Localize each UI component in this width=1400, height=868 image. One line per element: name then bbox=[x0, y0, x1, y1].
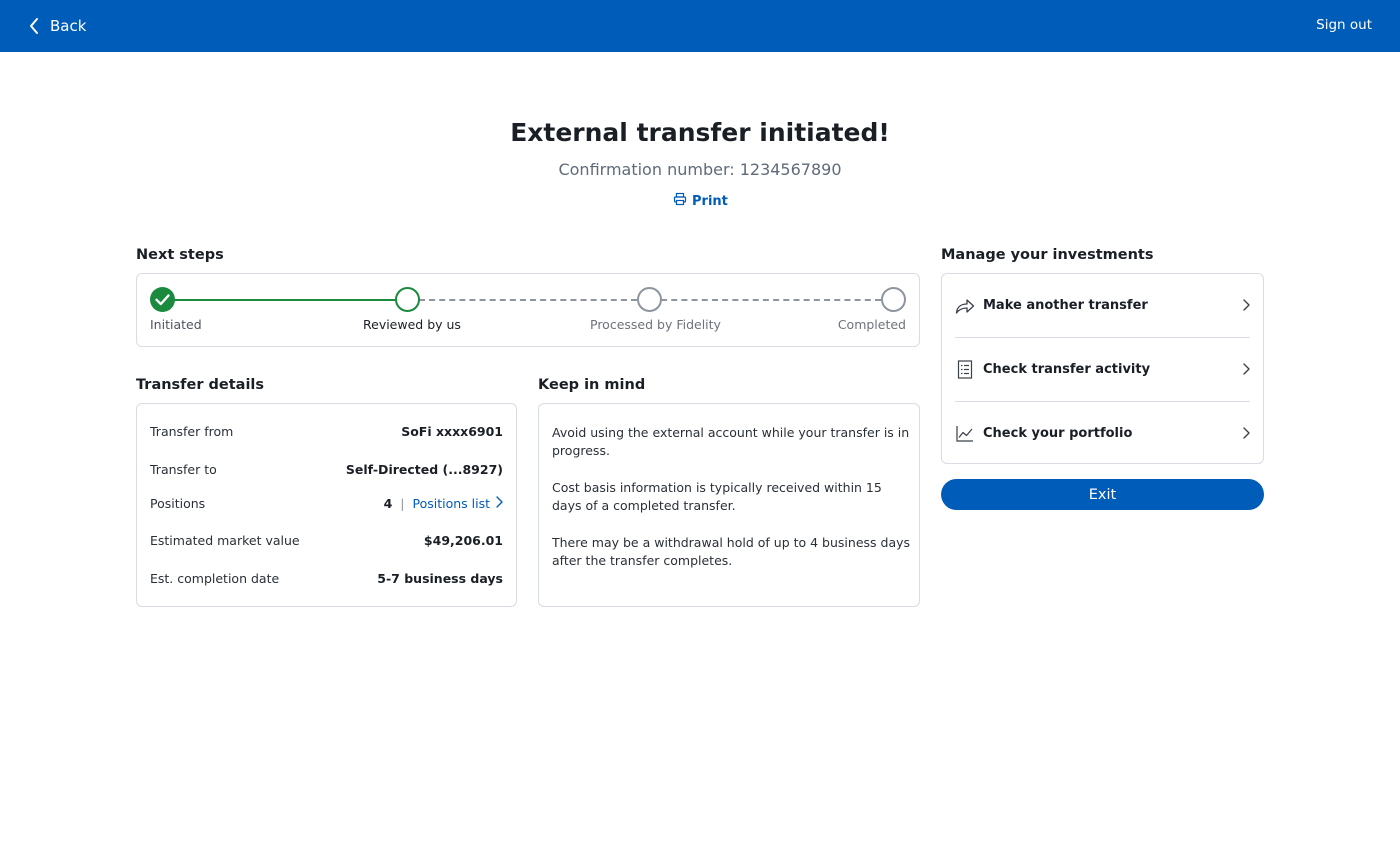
exit-button[interactable]: Exit bbox=[941, 479, 1264, 510]
manage-item-label: Make another transfer bbox=[983, 298, 1148, 313]
make-another-transfer-link[interactable]: Make another transfer bbox=[955, 274, 1250, 337]
detail-label: Estimated market value bbox=[150, 533, 300, 548]
step-completed-circle bbox=[881, 287, 906, 312]
detail-value: $49,206.01 bbox=[423, 533, 503, 548]
keep-in-mind-card: Avoid using the external account while y… bbox=[538, 403, 920, 607]
back-button[interactable]: Back bbox=[28, 14, 86, 38]
manage-item-label: Check transfer activity bbox=[983, 362, 1151, 377]
check-transfer-activity-link[interactable]: Check transfer activity bbox=[955, 338, 1250, 401]
step-label-initiated: Initiated bbox=[150, 317, 202, 332]
positions-list-link[interactable]: Positions list bbox=[412, 496, 503, 511]
step-reviewed-circle bbox=[395, 287, 420, 312]
detail-label: Positions bbox=[150, 496, 206, 511]
manage-item-label: Check your portfolio bbox=[983, 426, 1133, 441]
detail-value: Self-Directed (...8927) bbox=[345, 462, 503, 477]
sign-out-link[interactable]: Sign out bbox=[1316, 17, 1372, 33]
detail-label: Est. completion date bbox=[150, 571, 280, 586]
detail-row: Estimated market value $49,206.01 bbox=[150, 533, 503, 548]
detail-value: 5-7 business days bbox=[377, 571, 503, 586]
positions-list-label: Positions list bbox=[412, 496, 490, 511]
step-label-completed: Completed bbox=[837, 317, 906, 332]
detail-row: Est. completion date 5-7 business days bbox=[150, 571, 503, 586]
step-connector-complete bbox=[163, 299, 407, 301]
chevron-right-icon bbox=[1242, 296, 1250, 315]
step-connector-pending bbox=[419, 299, 637, 301]
line-chart-icon bbox=[955, 424, 975, 444]
transfer-details-heading: Transfer details bbox=[136, 377, 265, 393]
chevron-left-icon bbox=[28, 17, 40, 35]
step-initiated-check-icon bbox=[150, 287, 175, 312]
detail-row: Positions 4 | Positions list bbox=[150, 496, 503, 511]
tip-text: Cost basis information is typically rece… bbox=[552, 480, 882, 513]
tip-text: There may be a withdrawal hold of up to … bbox=[552, 535, 911, 568]
back-label: Back bbox=[50, 17, 87, 35]
separator: | bbox=[400, 496, 405, 511]
detail-row: Transfer to Self-Directed (...8927) bbox=[150, 462, 503, 477]
check-your-portfolio-link[interactable]: Check your portfolio bbox=[955, 402, 1250, 465]
transfer-details-card: Transfer from SoFi xxxx6901 Transfer to … bbox=[136, 403, 517, 607]
chevron-right-icon bbox=[1242, 360, 1250, 379]
chevron-right-icon bbox=[495, 496, 503, 511]
detail-value: SoFi xxxx6901 bbox=[401, 424, 503, 439]
print-label: Print bbox=[692, 193, 728, 209]
confirmation-number: Confirmation number: 1234567890 bbox=[558, 160, 842, 179]
page-title: External transfer initiated! bbox=[510, 118, 890, 147]
positions-value: 4 | Positions list bbox=[384, 496, 503, 511]
step-processed-circle bbox=[637, 287, 662, 312]
progress-stepper: Initiated Reviewed by us Processed by Fi… bbox=[136, 273, 920, 347]
manage-investments-card: Make another transfer Check transfer act… bbox=[941, 273, 1264, 464]
printer-icon bbox=[673, 192, 687, 210]
manage-investments-heading: Manage your investments bbox=[941, 247, 1154, 263]
receipt-list-icon bbox=[955, 360, 975, 380]
tip-text: Avoid using the external account while y… bbox=[552, 425, 910, 458]
top-bar: Back Sign out bbox=[0, 0, 1400, 52]
positions-count: 4 bbox=[383, 496, 393, 511]
step-connector-pending bbox=[661, 299, 881, 301]
detail-row: Transfer from SoFi xxxx6901 bbox=[150, 424, 503, 439]
print-button[interactable]: Print bbox=[673, 192, 728, 210]
step-label-reviewed: Reviewed by us bbox=[363, 317, 461, 332]
next-steps-heading: Next steps bbox=[136, 247, 224, 263]
chevron-right-icon bbox=[1242, 424, 1250, 443]
step-label-processed: Processed by Fidelity bbox=[590, 317, 721, 332]
keep-in-mind-heading: Keep in mind bbox=[538, 377, 646, 393]
detail-label: Transfer to bbox=[150, 462, 217, 477]
detail-label: Transfer from bbox=[150, 424, 234, 439]
share-arrow-icon bbox=[955, 296, 975, 316]
